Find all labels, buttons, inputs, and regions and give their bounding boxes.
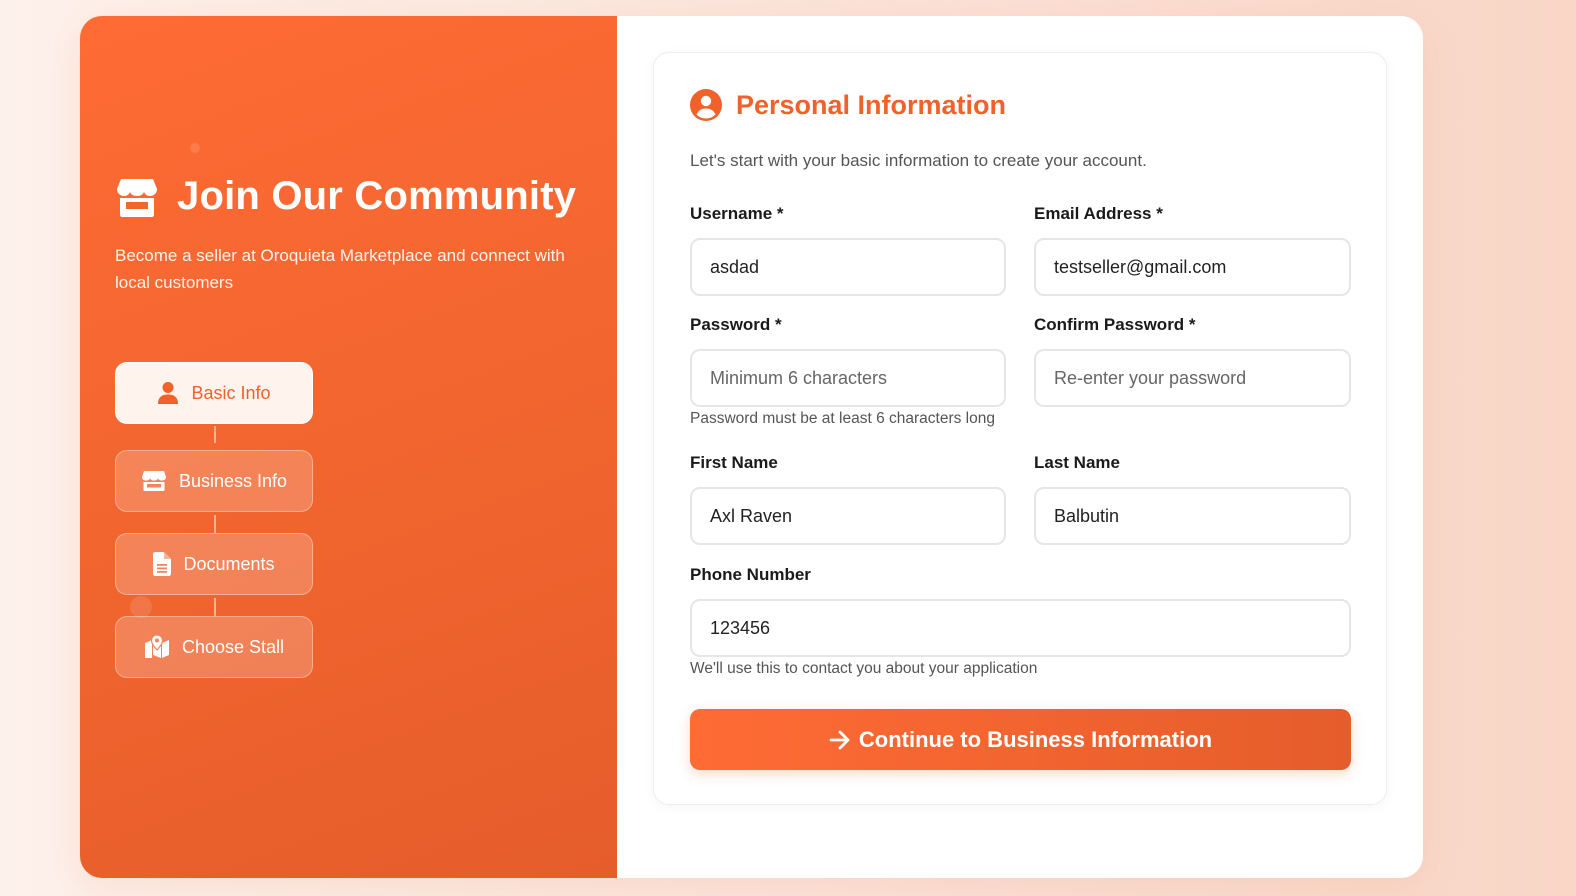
email-input[interactable] bbox=[1034, 238, 1351, 296]
step-connector bbox=[214, 515, 216, 533]
step-connector bbox=[214, 598, 216, 616]
first-name-label: First Name bbox=[690, 453, 778, 472]
phone-field: Phone Number bbox=[690, 565, 1351, 657]
section-title: Personal Information bbox=[736, 89, 1007, 120]
map-pin-icon bbox=[144, 635, 169, 658]
section-description: Let's start with your basic information … bbox=[690, 151, 1147, 170]
sidebar-panel: Join Our Community Become a seller at Or… bbox=[80, 16, 617, 878]
phone-label: Phone Number bbox=[690, 565, 811, 584]
confirm-password-label: Confirm Password * bbox=[1034, 315, 1196, 334]
step-documents[interactable]: Documents bbox=[115, 533, 313, 595]
last-name-label: Last Name bbox=[1034, 453, 1120, 472]
username-input[interactable] bbox=[690, 238, 1006, 296]
registration-card: Join Our Community Become a seller at Or… bbox=[80, 16, 1423, 878]
decorative-dot bbox=[190, 143, 200, 153]
username-label: Username * bbox=[690, 204, 784, 223]
sidebar-title: Join Our Community bbox=[177, 174, 577, 218]
user-icon bbox=[158, 382, 179, 404]
document-icon bbox=[153, 552, 172, 576]
password-input[interactable] bbox=[690, 349, 1006, 407]
step-label: Basic Info bbox=[191, 382, 271, 403]
email-label: Email Address * bbox=[1034, 204, 1163, 223]
step-business-info[interactable]: Business Info bbox=[115, 450, 313, 512]
phone-input[interactable] bbox=[690, 599, 1351, 657]
first-name-field: First Name bbox=[690, 453, 1006, 545]
sidebar-subtitle: Become a seller at Oroquieta Marketplace… bbox=[115, 246, 565, 292]
step-label: Business Info bbox=[178, 470, 288, 491]
form-panel: Personal Information Let's start with yo… bbox=[653, 52, 1387, 805]
continue-button[interactable]: Continue to Business Information bbox=[690, 709, 1351, 770]
section-header: Personal Information bbox=[690, 89, 1006, 121]
step-label: Choose Stall bbox=[181, 636, 285, 657]
first-name-input[interactable] bbox=[690, 487, 1006, 545]
last-name-input[interactable] bbox=[1034, 487, 1351, 545]
step-basic-info[interactable]: Basic Info bbox=[115, 362, 313, 424]
username-field: Username * bbox=[690, 204, 1006, 296]
password-label: Password * bbox=[690, 315, 782, 334]
email-field: Email Address * bbox=[1034, 204, 1351, 296]
decorative-dot bbox=[130, 596, 152, 618]
sidebar-header: Join Our Community bbox=[115, 174, 576, 219]
confirm-password-field: Confirm Password * bbox=[1034, 315, 1351, 407]
step-label: Documents bbox=[183, 553, 275, 574]
phone-hint: We'll use this to contact you about your… bbox=[690, 660, 1038, 677]
password-hint: Password must be at least 6 characters l… bbox=[690, 410, 995, 427]
user-circle-icon bbox=[690, 89, 722, 121]
step-connector bbox=[214, 426, 216, 443]
store-icon bbox=[115, 175, 159, 219]
confirm-password-input[interactable] bbox=[1034, 349, 1351, 407]
arrow-right-icon bbox=[829, 730, 850, 749]
continue-button-label: Continue to Business Information bbox=[858, 726, 1213, 752]
store-icon bbox=[141, 471, 166, 491]
password-field: Password * bbox=[690, 315, 1006, 407]
last-name-field: Last Name bbox=[1034, 453, 1351, 545]
step-choose-stall[interactable]: Choose Stall bbox=[115, 616, 313, 678]
